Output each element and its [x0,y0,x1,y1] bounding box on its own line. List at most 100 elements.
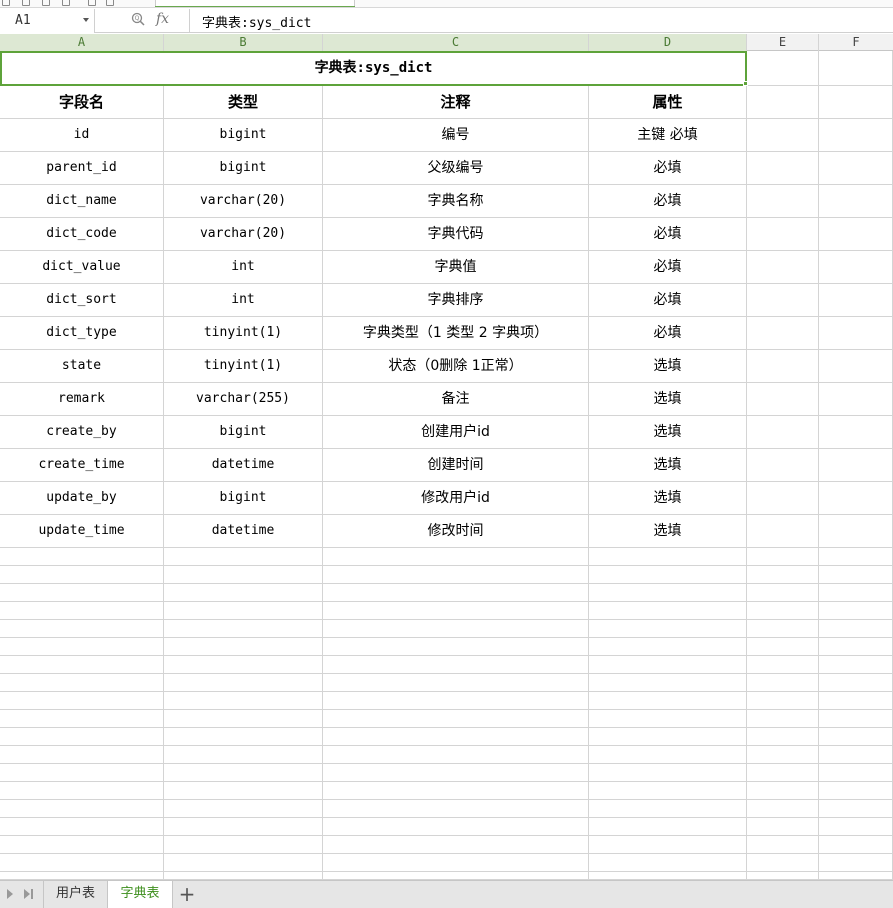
empty-cell[interactable] [747,836,819,854]
empty-cell[interactable] [819,692,893,710]
empty-cell[interactable] [747,482,819,515]
data-cell[interactable]: 字典代码 [323,218,589,251]
data-cell[interactable]: update_by [0,482,164,515]
empty-cell[interactable] [819,872,893,880]
empty-cell[interactable] [589,764,747,782]
empty-cell[interactable] [164,656,323,674]
empty-cell[interactable] [589,602,747,620]
empty-cell[interactable] [323,620,589,638]
column-header-f[interactable]: F [819,34,893,51]
empty-cell[interactable] [747,638,819,656]
empty-cell[interactable] [164,872,323,880]
data-cell[interactable]: tinyint(1) [164,317,323,350]
empty-cell[interactable] [819,836,893,854]
empty-cell[interactable] [589,692,747,710]
empty-cell[interactable] [747,515,819,548]
data-cell[interactable]: 必填 [589,251,747,284]
data-cell[interactable]: 必填 [589,185,747,218]
empty-cell[interactable] [819,818,893,836]
empty-cell[interactable] [0,656,164,674]
empty-cell[interactable] [164,638,323,656]
empty-cell[interactable] [323,548,589,566]
empty-cell[interactable] [819,482,893,515]
empty-cell[interactable] [819,746,893,764]
data-cell[interactable]: datetime [164,449,323,482]
empty-cell[interactable] [747,872,819,880]
empty-cell[interactable] [819,854,893,872]
empty-cell[interactable] [323,764,589,782]
empty-cell[interactable] [747,692,819,710]
save-icon[interactable] [42,0,50,6]
empty-cell[interactable] [0,638,164,656]
empty-cell[interactable] [323,836,589,854]
data-cell[interactable]: dict_value [0,251,164,284]
empty-cell[interactable] [323,602,589,620]
empty-cell[interactable] [164,674,323,692]
empty-cell[interactable] [589,584,747,602]
empty-cell[interactable] [323,818,589,836]
data-cell[interactable]: tinyint(1) [164,350,323,383]
data-cell[interactable]: 必填 [589,317,747,350]
data-cell[interactable]: int [164,251,323,284]
data-cell[interactable]: varchar(20) [164,185,323,218]
data-cell[interactable]: 编号 [323,119,589,152]
empty-cell[interactable] [0,548,164,566]
empty-cell[interactable] [589,782,747,800]
empty-cell[interactable] [589,638,747,656]
empty-cell[interactable] [819,383,893,416]
data-cell[interactable]: 修改时间 [323,515,589,548]
empty-cell[interactable] [747,119,819,152]
empty-cell[interactable] [589,854,747,872]
empty-cell[interactable] [323,710,589,728]
empty-cell[interactable] [164,584,323,602]
empty-cell[interactable] [819,284,893,317]
new-file-icon[interactable] [2,0,10,6]
empty-cell[interactable] [323,854,589,872]
empty-cell[interactable] [323,566,589,584]
empty-cell[interactable] [589,566,747,584]
empty-cell[interactable] [0,818,164,836]
data-cell[interactable]: id [0,119,164,152]
column-header-e[interactable]: E [747,34,819,51]
empty-cell[interactable] [747,566,819,584]
empty-cell[interactable] [0,854,164,872]
empty-cell[interactable] [164,746,323,764]
data-cell[interactable]: dict_type [0,317,164,350]
empty-cell[interactable] [747,152,819,185]
empty-cell[interactable] [819,185,893,218]
empty-cell[interactable] [164,818,323,836]
empty-cell[interactable] [164,764,323,782]
data-cell[interactable]: varchar(20) [164,218,323,251]
data-cell[interactable]: create_by [0,416,164,449]
empty-cell[interactable] [819,416,893,449]
empty-cell[interactable] [747,728,819,746]
data-cell[interactable]: remark [0,383,164,416]
undo-icon[interactable] [88,0,96,6]
empty-cell[interactable] [819,656,893,674]
function-icon[interactable]: fx [156,11,169,27]
open-file-icon[interactable] [22,0,30,6]
empty-cell[interactable] [323,872,589,880]
chevron-down-icon[interactable] [83,18,89,22]
empty-cell[interactable] [589,656,747,674]
empty-cell[interactable] [747,251,819,284]
empty-cell[interactable] [747,818,819,836]
data-cell[interactable]: bigint [164,119,323,152]
data-cell[interactable]: bigint [164,152,323,185]
empty-cell[interactable] [0,800,164,818]
data-cell[interactable]: 必填 [589,284,747,317]
data-cell[interactable]: 字典值 [323,251,589,284]
empty-cell[interactable] [0,782,164,800]
empty-cell[interactable] [747,854,819,872]
empty-cell[interactable] [819,764,893,782]
empty-cell[interactable] [747,764,819,782]
empty-cell[interactable] [589,836,747,854]
data-cell[interactable]: 创建用户id [323,416,589,449]
data-cell[interactable]: 选填 [589,515,747,548]
empty-cell[interactable] [819,620,893,638]
empty-cell[interactable] [747,782,819,800]
data-cell[interactable]: datetime [164,515,323,548]
scroll-last-icon[interactable] [24,889,30,899]
empty-cell[interactable] [589,674,747,692]
empty-cell[interactable] [819,548,893,566]
